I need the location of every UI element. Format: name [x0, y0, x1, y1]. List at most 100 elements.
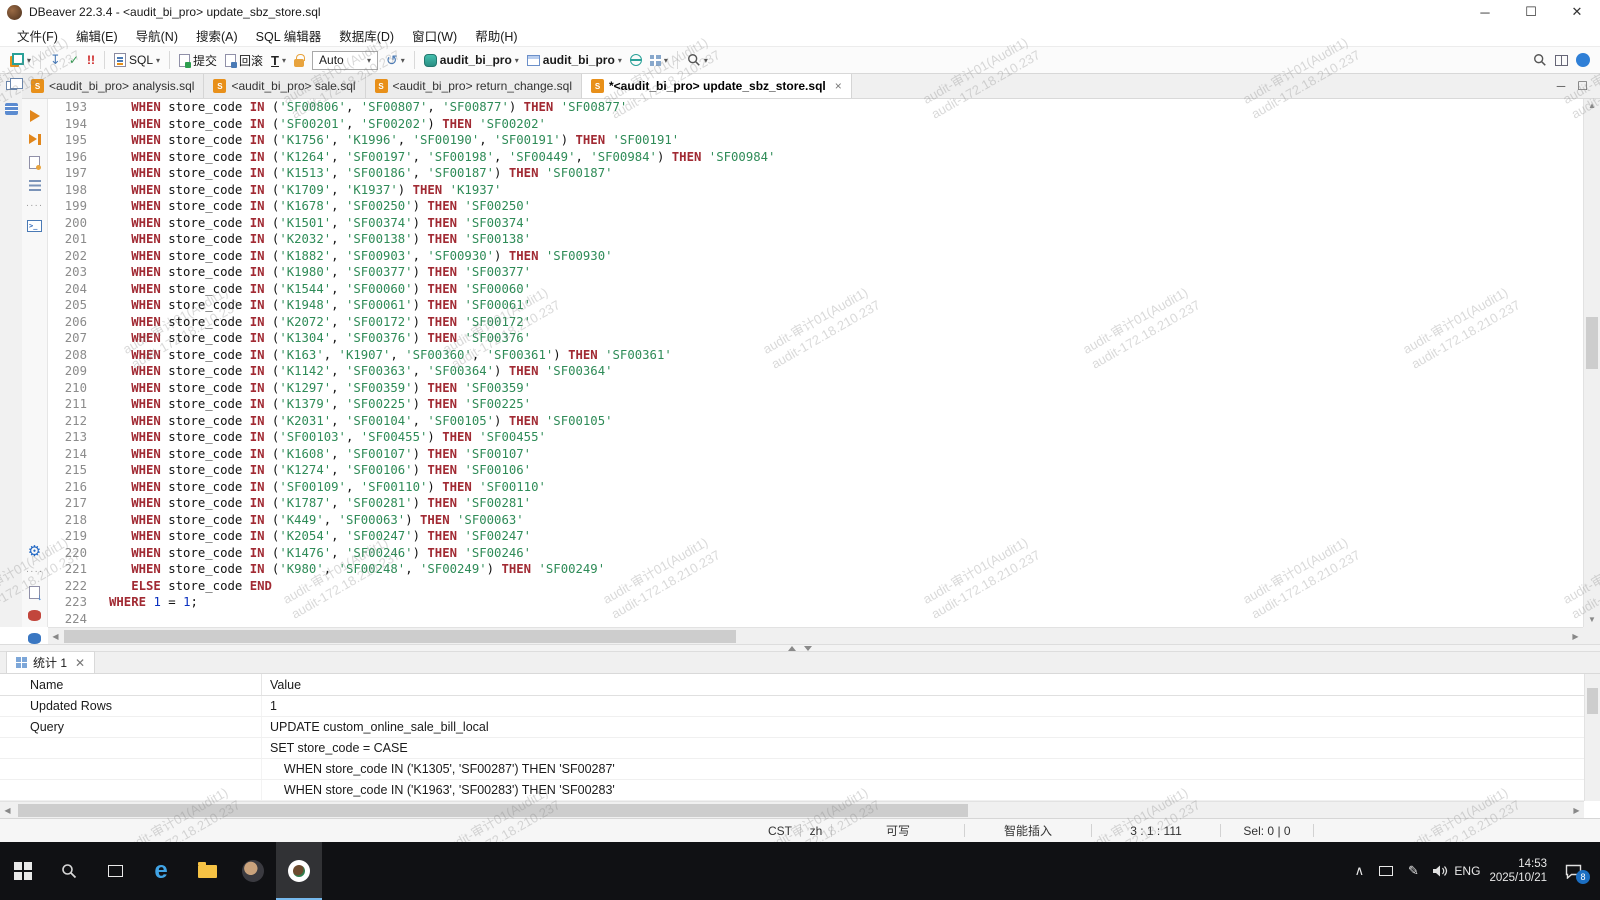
code-line[interactable]: 197 WHEN store_code IN ('K1513', 'SF0018… [48, 165, 1583, 182]
scrollbar-thumb[interactable] [1586, 317, 1598, 369]
column-header-value[interactable]: Value [262, 674, 1600, 695]
code-line[interactable]: 217 WHEN store_code IN ('K1787', 'SF0028… [48, 495, 1583, 512]
code-line[interactable]: 214 WHEN store_code IN ('K1608', 'SF0010… [48, 446, 1583, 463]
tray-language-indicator[interactable]: ENG [1454, 851, 1480, 891]
menu-item[interactable]: 搜索(A) [187, 24, 247, 47]
disconnect-db-button[interactable] [25, 607, 45, 623]
cloud-button[interactable] [1572, 51, 1594, 69]
search-menu-button[interactable]: ▾ [683, 51, 712, 69]
export-script-button[interactable] [25, 584, 45, 600]
code-line[interactable]: 207 WHEN store_code IN ('K1304', 'SF0037… [48, 330, 1583, 347]
problems-button[interactable]: !! [83, 51, 99, 69]
taskbar-explorer-button[interactable] [184, 842, 230, 900]
code-line[interactable]: 224 [48, 611, 1583, 628]
scroll-down-icon[interactable]: ▼ [1584, 613, 1600, 627]
query-log-button[interactable] [25, 177, 45, 193]
code-line[interactable]: 202 WHEN store_code IN ('K1882', 'SF0090… [48, 248, 1583, 265]
notification-center-button[interactable]: 8 [1556, 851, 1590, 891]
maximize-editor-button[interactable]: ☐ [1577, 79, 1588, 93]
grid-menu-button[interactable]: ▾ [646, 53, 672, 68]
result-row[interactable]: QueryUPDATE custom_online_sale_bill_loca… [0, 717, 1600, 738]
open-terminal-button[interactable]: >_ [25, 218, 45, 234]
code-line[interactable]: 220 WHEN store_code IN ('K1476', 'SF0024… [48, 545, 1583, 562]
sql-editor[interactable]: 193 WHEN store_code IN ('SF00806', 'SF00… [48, 99, 1583, 627]
collapse-down-icon[interactable] [804, 646, 812, 651]
rollback-button[interactable]: 回滚 [221, 50, 267, 71]
schema-select[interactable]: audit_bi_pro▾ [523, 51, 626, 69]
database-select[interactable]: audit_bi_pro▾ [420, 51, 523, 69]
result-row[interactable]: WHEN store_code IN ('K1305', 'SF00287') … [0, 759, 1600, 780]
database-navigator-icon[interactable] [5, 103, 18, 115]
result-row[interactable]: SET store_code = CASE [0, 738, 1600, 759]
code-line[interactable]: 216 WHEN store_code IN ('SF00109', 'SF00… [48, 479, 1583, 496]
code-line[interactable]: 198 WHEN store_code IN ('K1709', 'K1937'… [48, 182, 1583, 199]
scroll-left-icon[interactable]: ◀ [48, 628, 63, 644]
transaction-log-button[interactable]: ↺▾ [382, 51, 409, 69]
taskbar-search-button[interactable] [46, 842, 92, 900]
editor-horizontal-scrollbar[interactable]: ◀ ▶ [48, 627, 1583, 644]
restore-panel-icon[interactable] [6, 81, 17, 90]
scroll-right-icon[interactable]: ▶ [1568, 628, 1583, 644]
menu-item[interactable]: 帮助(H) [466, 24, 526, 47]
commit-button[interactable]: 提交 [175, 50, 221, 71]
code-line[interactable]: 218 WHEN store_code IN ('K449', 'SF00063… [48, 512, 1583, 529]
code-line[interactable]: 201 WHEN store_code IN ('K2032', 'SF0013… [48, 231, 1583, 248]
taskbar-app-button[interactable] [230, 842, 276, 900]
commit-mode-select[interactable]: Auto▾ [312, 51, 378, 70]
tray-chevron-up-icon[interactable]: ∧ [1346, 851, 1372, 891]
window-close-button[interactable]: ✕ [1554, 0, 1600, 24]
scrollbar-thumb[interactable] [64, 630, 736, 643]
editor-tab[interactable]: S<audit_bi_pro> analysis.sql [22, 74, 204, 98]
tab-close-icon[interactable]: × [835, 79, 842, 93]
editor-tab[interactable]: S*<audit_bi_pro> update_sbz_store.sql× [582, 74, 852, 98]
scrollbar-thumb[interactable] [18, 804, 968, 817]
scroll-left-icon[interactable]: ◀ [0, 802, 15, 818]
menu-item[interactable]: 文件(F) [8, 24, 67, 47]
editor-tab[interactable]: S<audit_bi_pro> return_change.sql [366, 74, 582, 98]
scroll-right-icon[interactable]: ▶ [1569, 802, 1584, 818]
code-line[interactable]: 194 WHEN store_code IN ('SF00201', 'SF00… [48, 116, 1583, 133]
task-view-button[interactable] [92, 842, 138, 900]
code-line[interactable]: 213 WHEN store_code IN ('SF00103', 'SF00… [48, 429, 1583, 446]
panel-splitter[interactable] [0, 644, 1600, 652]
fetch-button[interactable]: ↧ [46, 50, 65, 70]
code-line[interactable]: 211 WHEN store_code IN ('K1379', 'SF0022… [48, 396, 1583, 413]
window-maximize-button[interactable]: ☐ [1508, 0, 1554, 24]
globe-button[interactable] [626, 52, 646, 68]
code-line[interactable]: 205 WHEN store_code IN ('K1948', 'SF0006… [48, 297, 1583, 314]
column-header-name[interactable]: Name [0, 674, 262, 695]
results-horizontal-scrollbar[interactable]: ◀ ▶ [0, 801, 1584, 818]
results-vertical-scrollbar[interactable] [1584, 674, 1600, 801]
menu-item[interactable]: 窗口(W) [403, 24, 466, 47]
menu-item[interactable]: 编辑(E) [67, 24, 127, 47]
tray-monitor-icon[interactable] [1373, 851, 1399, 891]
start-button[interactable] [0, 842, 46, 900]
open-view-button[interactable] [1551, 53, 1572, 68]
new-sql-editor-button[interactable]: ▾ [6, 51, 35, 69]
result-row[interactable]: Updated Rows1 [0, 696, 1600, 717]
close-tab-icon[interactable]: ✕ [75, 656, 85, 670]
code-line[interactable]: 204 WHEN store_code IN ('K1544', 'SF0006… [48, 281, 1583, 298]
editor-settings-button[interactable]: ⚙ [25, 543, 45, 559]
code-line[interactable]: 193 WHEN store_code IN ('SF00806', 'SF00… [48, 99, 1583, 116]
code-line[interactable]: 221 WHEN store_code IN ('K980', 'SF00248… [48, 561, 1583, 578]
editor-tab[interactable]: S<audit_bi_pro> sale.sql [204, 74, 365, 98]
code-line[interactable]: 215 WHEN store_code IN ('K1274', 'SF0010… [48, 462, 1583, 479]
code-line[interactable]: 219 WHEN store_code IN ('K2054', 'SF0024… [48, 528, 1583, 545]
transaction-mode-button[interactable]: T▾ [267, 51, 290, 70]
lock-button[interactable] [290, 52, 308, 69]
code-line[interactable]: 195 WHEN store_code IN ('K1756', 'K1996'… [48, 132, 1583, 149]
editor-vertical-scrollbar[interactable]: ▲ ▼ [1583, 99, 1600, 627]
statistics-tab[interactable]: 统计 1 ✕ [6, 651, 95, 673]
code-line[interactable]: 209 WHEN store_code IN ('K1142', 'SF0036… [48, 363, 1583, 380]
menu-item[interactable]: SQL 编辑器 [247, 24, 331, 47]
execute-statement-button[interactable] [25, 108, 45, 124]
tray-pen-icon[interactable]: ✎ [1400, 851, 1426, 891]
window-minimize-button[interactable]: ─ [1462, 0, 1508, 24]
code-line[interactable]: 196 WHEN store_code IN ('K1264', 'SF0019… [48, 149, 1583, 166]
minimize-editor-button[interactable]: ─ [1557, 79, 1566, 93]
taskbar-edge-button[interactable]: e [138, 842, 184, 900]
scrollbar-thumb[interactable] [1587, 688, 1598, 714]
code-line[interactable]: 199 WHEN store_code IN ('K1678', 'SF0025… [48, 198, 1583, 215]
scroll-up-icon[interactable]: ▲ [1584, 99, 1600, 113]
